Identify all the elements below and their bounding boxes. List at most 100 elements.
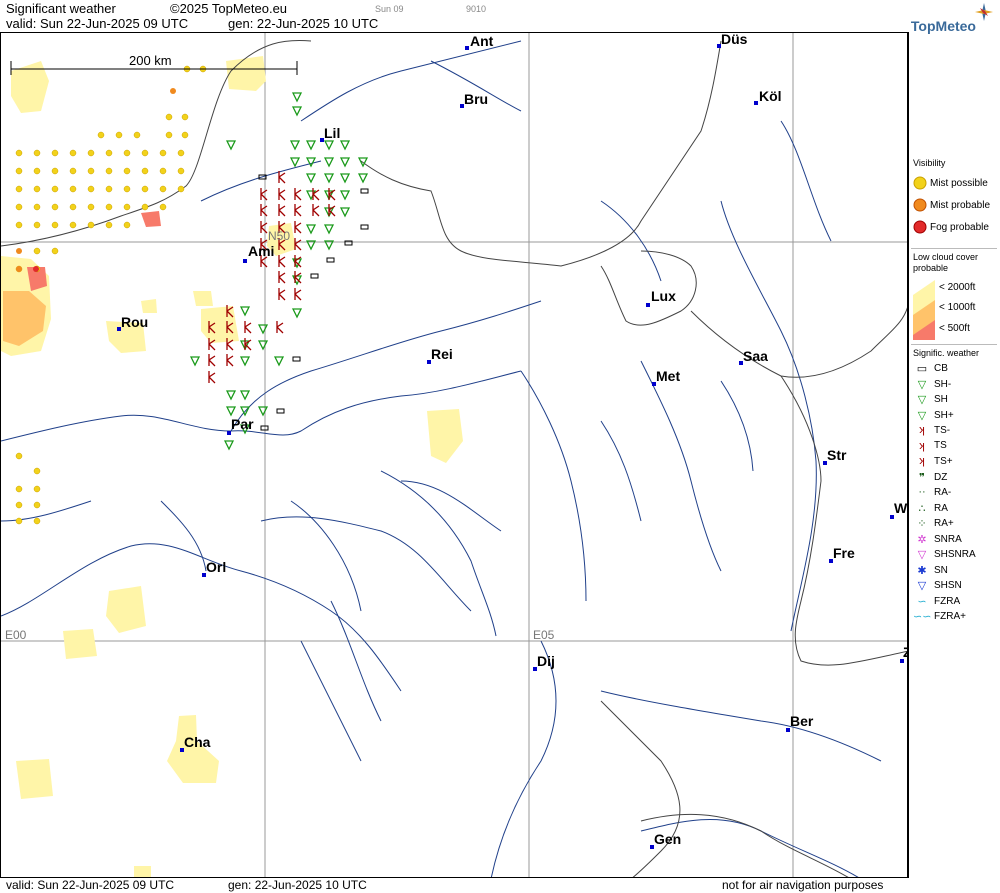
legend-label: FZRA+ [934,611,966,622]
legend-sig-fzra: ∽ FZRA [913,595,960,608]
city-label: Lil [324,125,341,141]
legend-sig-cb: ▭ CB [913,362,948,375]
valid-time: valid: Sun 22-Jun-2025 09 UTC [6,16,189,31]
legend-label: RA+ [934,518,954,529]
legend-sig-dz: ❞ DZ [913,471,947,484]
legend-label: SNRA [934,533,962,545]
city-label: Bru [464,91,489,107]
dz-icon: ❞ [919,471,925,484]
city-label: Str [827,447,847,463]
footer-bar: valid: Sun 22-Jun-2025 09 UTC gen: 22-Ju… [0,878,908,893]
copyright-text: ©2025 TopMeteo.eu [170,1,288,16]
legend-fog-probable: Fog probable [913,220,989,234]
legend-panel: Visibility Mist possible Mist probable F… [908,32,1000,878]
footer-generated-time: gen: 22-Jun-2025 10 UTC [228,878,367,892]
legend-label: CB [934,363,948,374]
legend-label: RA- [934,486,952,498]
city-label: W [894,500,908,516]
weather-map[interactable]: N50 E00 E05 200 km Ant Düs Köl Bru Lil A… [0,32,908,878]
legend-sig-sh-light: ▽ SH- [913,378,951,391]
legend-label: Fog probable [930,221,989,233]
city-label: Düs [721,32,748,47]
city-dot [646,303,650,307]
city-label: Dij [537,653,555,669]
city-label: Ami [248,243,275,259]
sh-icon: ▽ [917,394,927,406]
city-label: Rei [431,346,453,362]
legend-sig-sh-heavy: ▽ SH+ [913,409,954,422]
fzra-icon: ∽ [917,595,927,608]
legend-label: FZRA [934,595,961,607]
legend-sig-shsn: ▽ SHSN [913,579,962,592]
legend-label: SH+ [934,409,954,421]
legend-sig-snra: ✲ SNRA [913,533,962,546]
city-label: Lux [651,288,676,304]
header-bar: Significant weather ©2025 TopMeteo.eu Su… [0,0,908,32]
legend-500ft: < 500ft [939,323,970,334]
ra-icon: ∴ [918,502,926,515]
grid-label-n50: N50 [268,229,291,243]
sn-icon: ✱ [917,564,927,577]
legend-label: SH- [934,378,952,390]
legend-sig-fzra-heavy: ∽∽ FZRA+ [913,610,966,623]
legend-divider [911,248,997,249]
city-label: Köl [759,88,782,104]
sh-heavy-icon: ▽ [917,409,927,422]
ts-icon: ʞ [919,439,925,452]
thunderstorm-symbols [208,171,336,384]
legend-1000ft: < 1000ft [939,302,976,313]
topmeteo-logo: TopMeteo [902,2,994,34]
city-label: Cha [184,734,211,750]
legend-label: TS [934,440,947,451]
low-cloud-swatch [913,280,935,340]
shsnra-icon: ▽ [917,549,927,561]
low-cloud-areas [1,56,463,877]
fog-probable-icon [913,220,927,234]
legend-visibility-title: Visibility [913,158,946,168]
time-tab-1[interactable]: Sun 09 [375,4,404,14]
legend-divider [911,344,997,345]
legend-label: RA [934,502,948,514]
ts-light-icon: ʞ [919,424,925,436]
legend-sig-ts-heavy: ʞ TS+ [913,455,953,467]
city-dot [465,46,469,50]
legend-2000ft: < 2000ft [939,282,976,293]
city-label: Fre [833,545,855,561]
grid-label-e05: E05 [533,628,555,642]
legend-label: DZ [934,471,948,483]
product-title: Significant weather [6,1,116,16]
scale-label: 200 km [129,53,172,68]
legend-label: SHSNRA [934,549,976,560]
generated-time: gen: 22-Jun-2025 10 UTC [228,16,379,31]
legend-sig-ts: ʞ TS [913,440,947,452]
legend-sig-sh: ▽ SH [913,393,948,406]
legend-sig-shsnra: ▽ SHSNRA [913,548,976,561]
city-label: Par [231,416,254,432]
city-label: Ber [790,713,814,729]
ra-heavy-icon: ⁘ [917,518,927,530]
city-label: Rou [121,314,149,330]
city-label: Orl [206,559,227,575]
shsn-icon: ▽ [917,580,927,592]
city-label: Saa [743,348,768,364]
map-canvas [1,33,907,877]
grid-label-e00: E00 [5,628,27,642]
footer-disclaimer: not for air navigation purposes [722,878,884,892]
borders [1,39,907,877]
legend-lowcloud-title-2: probable [913,263,949,273]
sh-light-icon: ▽ [917,378,927,391]
mist-possible-icon [913,176,927,190]
cb-icon: ▭ [916,363,928,375]
city-label: Ant [470,33,494,49]
city-dot [243,259,247,263]
legend-label: SHSN [934,580,962,591]
legend-label: SH [934,394,948,405]
city-label: Gen [654,831,682,847]
legend-label: TS+ [934,455,953,467]
snra-icon: ✲ [917,533,927,546]
legend-sig-ra-heavy: ⁘ RA+ [913,517,954,530]
legend-label: SN [934,564,948,576]
legend-sig-ts-light: ʞ TS- [913,424,950,436]
time-tab-2[interactable]: 9010 [466,4,486,14]
legend-lowcloud-title-1: Low cloud cover [913,252,979,262]
